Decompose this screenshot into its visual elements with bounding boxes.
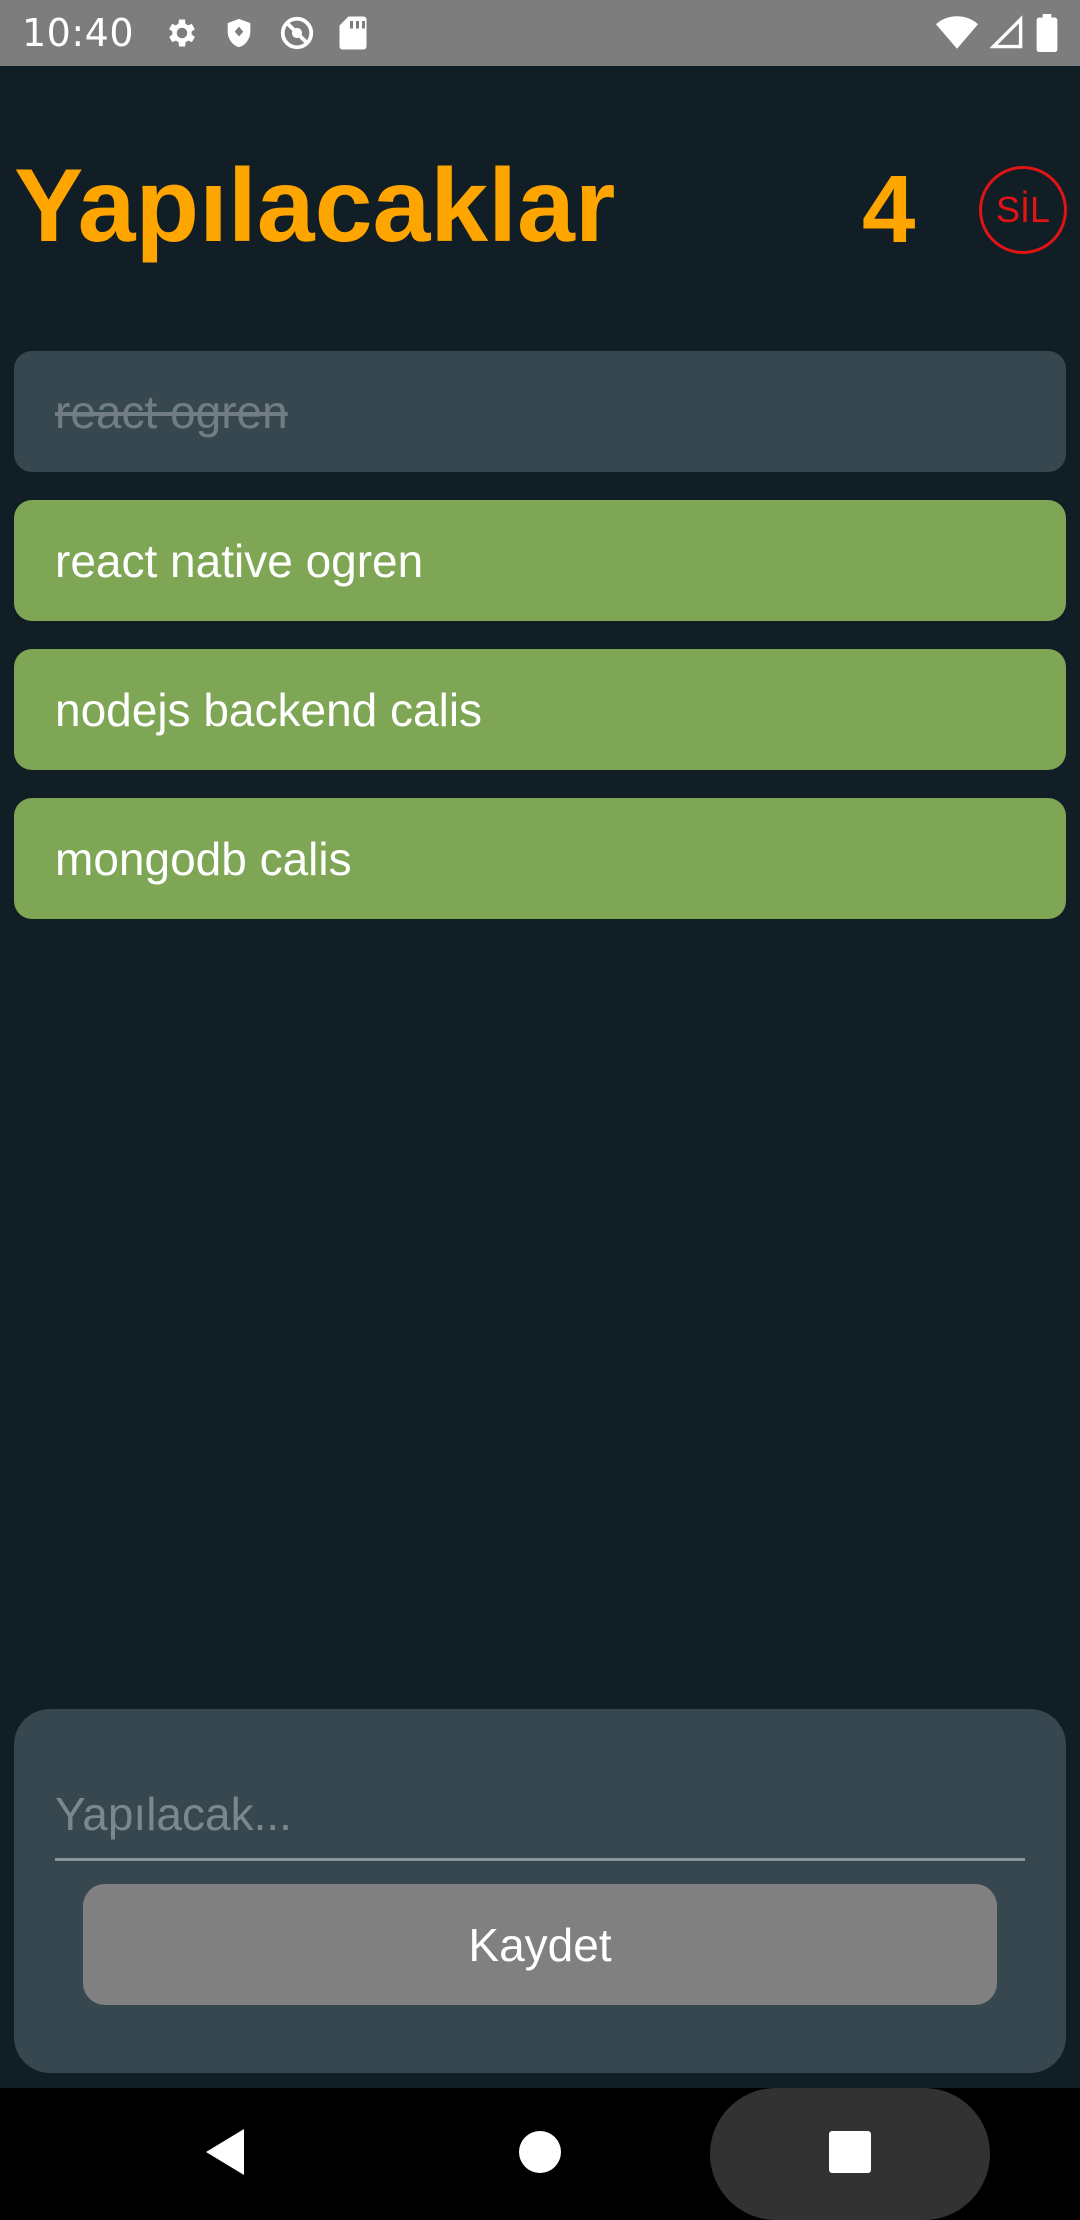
location-off-icon (278, 14, 316, 52)
todo-item[interactable]: nodejs backend calis (14, 649, 1066, 770)
battery-icon (1036, 14, 1058, 52)
page-title: Yapılacaklar (14, 148, 616, 264)
sd-card-icon (338, 15, 368, 51)
recents-button[interactable] (780, 2088, 920, 2220)
status-time: 10:40 (22, 11, 135, 55)
back-button[interactable] (156, 2088, 296, 2220)
home-button[interactable] (470, 2088, 610, 2220)
home-icon (519, 2131, 561, 2177)
save-button[interactable]: Kaydet (83, 1884, 997, 2005)
settings-icon (164, 15, 200, 51)
todo-item-done[interactable]: react ogren (14, 351, 1066, 472)
recents-icon (829, 2131, 871, 2177)
shield-icon (222, 15, 256, 51)
todo-list: react ogren react native ogren nodejs ba… (14, 351, 1066, 947)
signal-icon (990, 15, 1024, 51)
input-panel: Kaydet (14, 1709, 1066, 2073)
back-icon (204, 2127, 248, 2181)
app-screen: Yapılacaklar 4 SİL react ogren react nat… (0, 66, 1080, 2088)
header: Yapılacaklar 4 SİL (0, 66, 1080, 366)
delete-button[interactable]: SİL (979, 166, 1067, 254)
status-icons-right (936, 14, 1058, 52)
todo-input[interactable] (55, 1769, 1025, 1861)
todo-count: 4 (862, 156, 916, 263)
todo-item[interactable]: react native ogren (14, 500, 1066, 621)
status-icons-left (164, 14, 368, 52)
navigation-bar (0, 2088, 1080, 2220)
todo-item[interactable]: mongodb calis (14, 798, 1066, 919)
wifi-icon (936, 15, 978, 51)
status-bar: 10:40 (0, 0, 1080, 66)
